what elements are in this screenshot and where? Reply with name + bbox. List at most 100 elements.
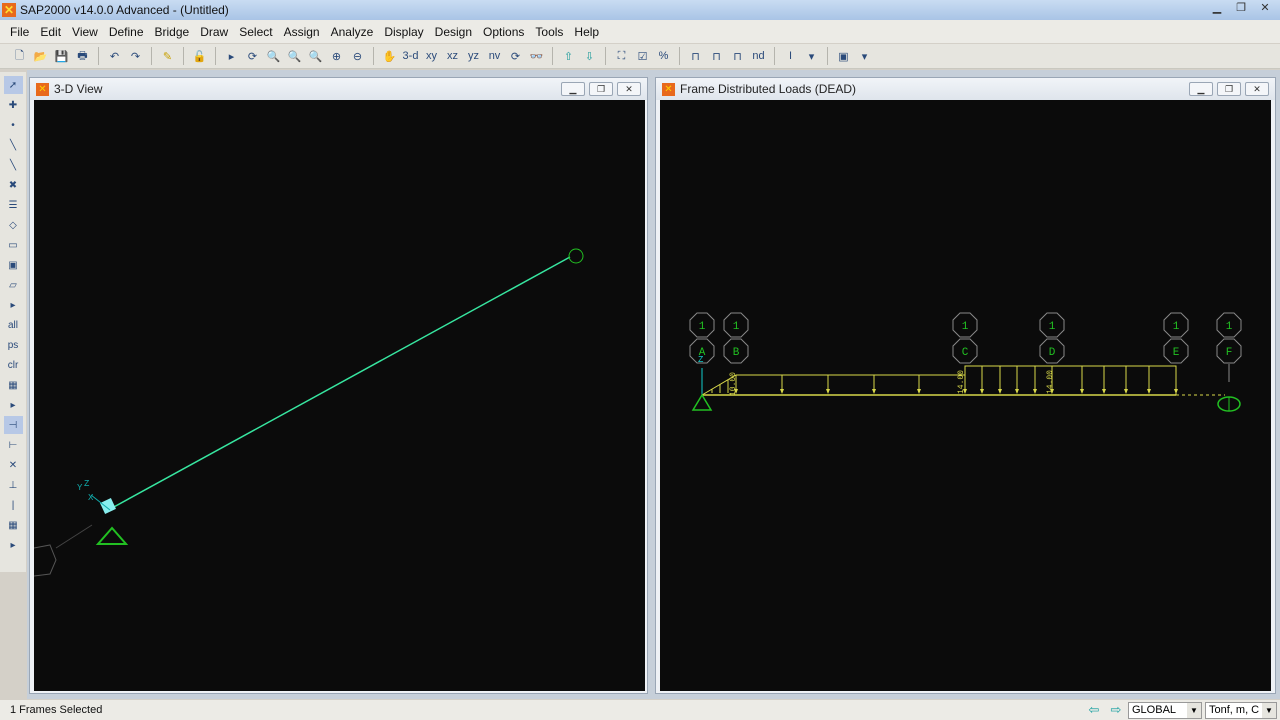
units-select[interactable]: Tonf, m, C ▼ — [1205, 702, 1277, 719]
zoom-in-icon[interactable]: ⊕ — [327, 47, 346, 66]
frame-icon[interactable]: ⊓ — [686, 47, 705, 66]
view-nv-button[interactable]: nv — [485, 47, 504, 66]
menu-analyze[interactable]: Analyze — [331, 25, 374, 39]
area-icon[interactable]: ▣ — [834, 47, 853, 66]
joint-support-icon — [568, 248, 584, 264]
load-arrowhead — [917, 389, 921, 394]
select-all-button[interactable]: all — [4, 316, 23, 334]
menu-assign[interactable]: Assign — [284, 25, 320, 39]
expand-icon[interactable]: ▸ — [4, 396, 23, 414]
draw-joint-icon[interactable]: • — [4, 116, 23, 134]
draw-tendon-icon[interactable]: ☰ — [4, 196, 23, 214]
maximize-button[interactable]: ❐ — [1230, 1, 1252, 17]
reshape-icon[interactable]: ✚ — [4, 96, 23, 114]
view-yz-button[interactable]: yz — [464, 47, 483, 66]
run-analysis-icon[interactable]: ▸ — [222, 47, 241, 66]
percent-icon[interactable]: % — [654, 47, 673, 66]
left-toolbar: ➚ ✚ • ╲ ╲ ✖ ☰ ◇ ▭ ▣ ▱ ▸ all ps clr ▦ ▸ ⊣… — [0, 72, 26, 572]
previous-selection-button[interactable]: ps — [4, 336, 23, 354]
open-folder-icon[interactable]: 📂 — [31, 47, 50, 66]
coord-system-select[interactable]: GLOBAL ▼ — [1128, 702, 1202, 719]
frame-loads-canvas[interactable]: 1 A 1 B 1 C 1 D 1 E 1 F 10.00 14.00 14.00 Z — [660, 100, 1271, 691]
pan-icon[interactable]: ✋ — [380, 47, 399, 66]
snap-lines-icon[interactable]: | — [4, 496, 23, 514]
zoom-restore-icon[interactable]: 🔍 — [285, 47, 304, 66]
snap-ends-icon[interactable]: ⊢ — [4, 436, 23, 454]
dropdown-icon[interactable]: ▾ — [855, 47, 874, 66]
next-arrow-icon[interactable]: ⇨ — [1106, 702, 1126, 718]
view-xz-button[interactable]: xz — [443, 47, 462, 66]
menu-display[interactable]: Display — [384, 25, 423, 39]
menu-options[interactable]: Options — [483, 25, 524, 39]
menu-edit[interactable]: Edit — [40, 25, 61, 39]
lock-icon[interactable]: 🔓 — [190, 47, 209, 66]
zoom-window-icon[interactable]: 🔍 — [264, 47, 283, 66]
3d-view-canvas[interactable]: Z Y X — [33, 100, 645, 691]
draw-solid-icon[interactable]: ▱ — [4, 276, 23, 294]
draw-brace-icon[interactable]: ✖ — [4, 176, 23, 194]
snap-intersection-icon[interactable]: ✕ — [4, 456, 23, 474]
close-button[interactable]: ✕ — [1254, 1, 1276, 17]
expand-icon[interactable]: ▸ — [4, 296, 23, 314]
close-button[interactable]: ✕ — [1245, 82, 1269, 96]
snap-grid-icon[interactable]: ▦ — [4, 516, 23, 534]
maximize-button[interactable]: ❐ — [1217, 82, 1241, 96]
window-icon: ✕ — [662, 82, 675, 96]
print-icon[interactable]: 🖶 — [73, 47, 92, 66]
expand-icon[interactable]: ▸ — [4, 536, 23, 554]
grid-label-bottom: B — [733, 347, 740, 359]
menu-bar: File Edit View Define Bridge Draw Select… — [0, 20, 1280, 43]
close-button[interactable]: ✕ — [617, 82, 641, 96]
checkbox-icon[interactable]: ☑ — [633, 47, 652, 66]
set-display-icon[interactable]: ⛶ — [612, 47, 631, 66]
grid-label-top: 1 — [1226, 321, 1233, 333]
draw-frame-icon[interactable]: ╲ — [4, 136, 23, 154]
nd-button[interactable]: nd — [749, 47, 768, 66]
minimize-button[interactable]: ▁ — [1206, 1, 1228, 17]
menu-help[interactable]: Help — [574, 25, 599, 39]
down-arrow-icon[interactable]: ⇩ — [580, 47, 599, 66]
menu-define[interactable]: Define — [109, 25, 144, 39]
menu-file[interactable]: File — [10, 25, 29, 39]
draw-poly-area-icon[interactable]: ◇ — [4, 216, 23, 234]
load-arrowhead — [1015, 389, 1019, 394]
dropdown-icon[interactable]: ▾ — [802, 47, 821, 66]
menu-tools[interactable]: Tools — [535, 25, 563, 39]
up-arrow-icon[interactable]: ⇧ — [559, 47, 578, 66]
menu-view[interactable]: View — [72, 25, 98, 39]
draw-rect-area-icon[interactable]: ▭ — [4, 236, 23, 254]
redo-icon[interactable]: ↷ — [126, 47, 145, 66]
zoom-previous-icon[interactable]: 🔍 — [306, 47, 325, 66]
grid-label-top: 1 — [1173, 321, 1180, 333]
menu-design[interactable]: Design — [435, 25, 472, 39]
perspective-icon[interactable]: 👓 — [527, 47, 546, 66]
load-arrowhead — [1102, 389, 1106, 394]
previous-arrow-icon[interactable]: ⇦ — [1084, 702, 1104, 718]
rotate-view-icon[interactable]: ⟳ — [243, 47, 262, 66]
zoom-out-icon[interactable]: ⊖ — [348, 47, 367, 66]
section-icon[interactable]: I — [781, 47, 800, 66]
frame-load-icon[interactable]: ⊓ — [728, 47, 747, 66]
pointer-icon[interactable]: ➚ — [3, 76, 23, 94]
menu-draw[interactable]: Draw — [200, 25, 228, 39]
minimize-button[interactable]: ▁ — [1189, 82, 1213, 96]
save-icon[interactable]: 💾 — [52, 47, 71, 66]
window-title: Frame Distributed Loads (DEAD) — [680, 82, 857, 96]
snap-perpendicular-icon[interactable]: ⊥ — [4, 476, 23, 494]
undo-icon[interactable]: ↶ — [105, 47, 124, 66]
quick-area-icon[interactable]: ▣ — [4, 256, 23, 274]
quick-frame-icon[interactable]: ╲ — [4, 156, 23, 174]
frame-release-icon[interactable]: ⊓ — [707, 47, 726, 66]
menu-bridge[interactable]: Bridge — [155, 25, 190, 39]
refresh-icon[interactable]: ⟳ — [506, 47, 525, 66]
pencil-icon[interactable]: ✎ — [158, 47, 177, 66]
snap-points-icon[interactable]: ⊣ — [3, 416, 23, 434]
view-3d-button[interactable]: 3-d — [401, 47, 420, 66]
new-file-icon[interactable]: 🗋 — [10, 47, 29, 66]
intersecting-line-icon[interactable]: ▦ — [4, 376, 23, 394]
view-xy-button[interactable]: xy — [422, 47, 441, 66]
minimize-button[interactable]: ▁ — [561, 82, 585, 96]
clear-selection-button[interactable]: clr — [4, 356, 23, 374]
maximize-button[interactable]: ❐ — [589, 82, 613, 96]
menu-select[interactable]: Select — [239, 25, 272, 39]
